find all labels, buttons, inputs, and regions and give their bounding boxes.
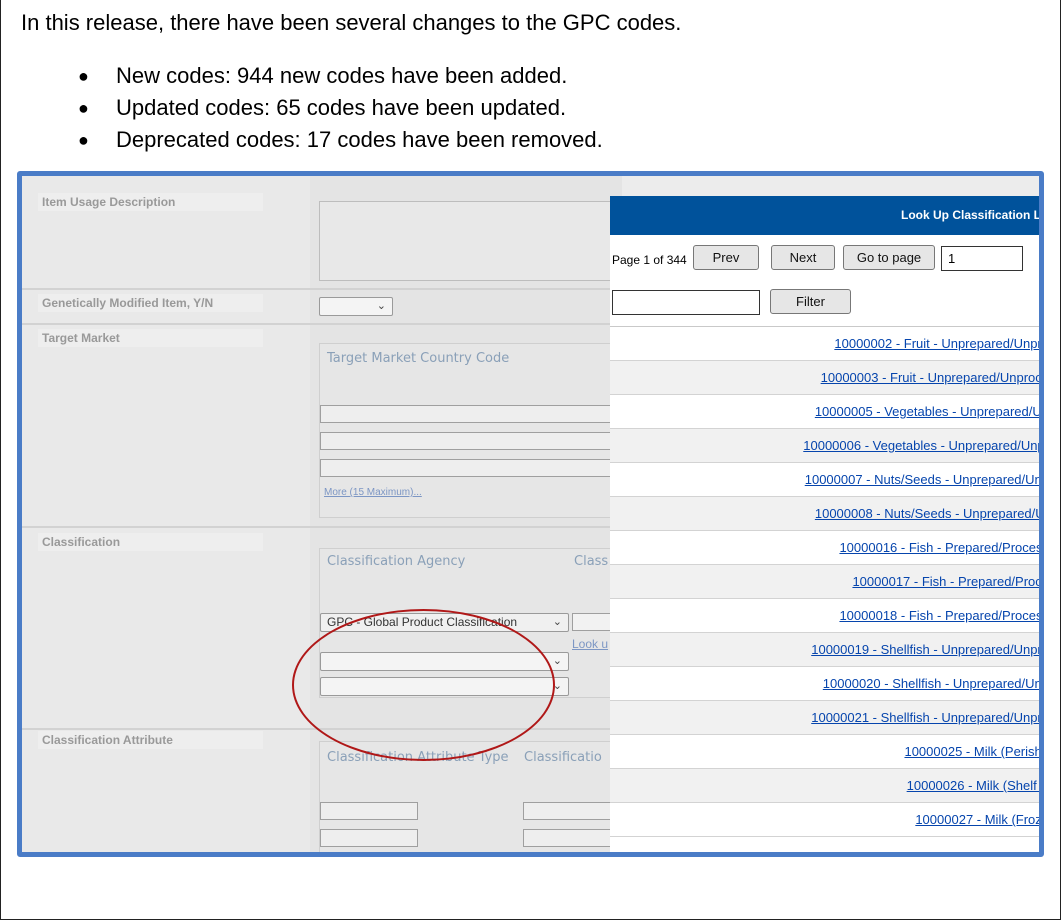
classification-label: Classification bbox=[38, 533, 263, 551]
target-market-country-header: Target Market Country Code bbox=[327, 351, 510, 366]
lookup-dialog: Look Up Classification L Page 1 of 344 P… bbox=[610, 196, 1039, 852]
list-item: ● Deprecated codes: 17 codes have been re… bbox=[78, 124, 603, 156]
gmo-select[interactable]: ⌄ bbox=[319, 297, 393, 316]
list-item[interactable]: 10000008 - Nuts/Seeds - Unprepared/Ur bbox=[610, 497, 1039, 531]
list-item[interactable]: 10000003 - Fruit - Unprepared/Unproce bbox=[610, 361, 1039, 395]
bullet-icon: ● bbox=[78, 130, 89, 150]
list-item[interactable]: 10000002 - Fruit - Unprepared/Unpro bbox=[610, 327, 1039, 361]
classification-results-list: 10000002 - Fruit - Unprepared/Unpro 1000… bbox=[610, 326, 1039, 837]
classification-agency-header: Classification Agency bbox=[327, 554, 466, 569]
bullet-icon: ● bbox=[78, 66, 89, 86]
next-button[interactable]: Next bbox=[771, 245, 835, 270]
chevron-down-icon: ⌄ bbox=[376, 300, 386, 312]
list-item: ● Updated codes: 65 codes have been updat… bbox=[78, 92, 603, 124]
list-item: ● New codes: 944 new codes have been adde… bbox=[78, 60, 603, 92]
filter-input[interactable] bbox=[612, 290, 760, 315]
item-form: Item Usage Description Genetically Modif… bbox=[22, 176, 623, 852]
page-number-input[interactable]: 1 bbox=[941, 246, 1023, 271]
list-item[interactable]: 10000016 - Fish - Prepared/Process bbox=[610, 531, 1039, 565]
chevron-down-icon: ⌄ bbox=[552, 616, 562, 628]
page-info: Page 1 of 344 bbox=[612, 253, 687, 267]
row-divider bbox=[22, 323, 622, 325]
list-item[interactable]: 10000021 - Shellfish - Unprepared/Unpro bbox=[610, 701, 1039, 735]
target-market-input-2[interactable] bbox=[320, 432, 620, 450]
chevron-down-icon: ⌄ bbox=[552, 655, 562, 667]
attribute-type-input-2[interactable] bbox=[320, 829, 418, 847]
list-item[interactable]: 10000006 - Vegetables - Unprepared/Unpr bbox=[610, 429, 1039, 463]
attribute-value-input-1[interactable] bbox=[523, 802, 623, 820]
lookup-link[interactable]: Look u bbox=[572, 637, 608, 651]
list-item[interactable]: 10000027 - Milk (Froze bbox=[610, 803, 1039, 837]
list-item[interactable]: 10000017 - Fish - Prepared/Proce bbox=[610, 565, 1039, 599]
embedded-screenshot: Item Usage Description Genetically Modif… bbox=[17, 171, 1044, 857]
highlight-annotation bbox=[292, 609, 555, 761]
list-item[interactable]: 10000018 - Fish - Prepared/Process bbox=[610, 599, 1039, 633]
item-usage-textarea[interactable] bbox=[319, 201, 619, 281]
target-market-label: Target Market bbox=[38, 329, 263, 347]
list-item[interactable]: 10000019 - Shellfish - Unprepared/Unpro bbox=[610, 633, 1039, 667]
row-divider bbox=[22, 288, 622, 290]
attribute-value-input-2[interactable] bbox=[523, 829, 623, 847]
prev-button[interactable]: Prev bbox=[693, 245, 759, 270]
bullet-icon: ● bbox=[78, 98, 89, 118]
target-market-input-3[interactable] bbox=[320, 459, 620, 477]
classification-attribute-label: Classification Attribute bbox=[38, 731, 263, 749]
list-item[interactable]: 10000007 - Nuts/Seeds - Unprepared/Unp bbox=[610, 463, 1039, 497]
list-item[interactable]: 10000026 - Milk (Shelf S bbox=[610, 769, 1039, 803]
classification-col2-header: Class bbox=[574, 554, 609, 569]
list-item[interactable]: 10000020 - Shellfish - Unprepared/Unp bbox=[610, 667, 1039, 701]
list-item[interactable]: 10000005 - Vegetables - Unprepared/Un bbox=[610, 395, 1039, 429]
item-usage-label: Item Usage Description bbox=[38, 193, 263, 211]
changes-list: ● New codes: 944 new codes have been adde… bbox=[78, 60, 603, 156]
label-column bbox=[22, 176, 310, 852]
gmo-label: Genetically Modified Item, Y/N bbox=[38, 294, 263, 312]
target-market-input-1[interactable] bbox=[320, 405, 620, 423]
intro-text: In this release, there have been several… bbox=[21, 10, 682, 35]
lookup-title: Look Up Classification L bbox=[610, 196, 1039, 235]
filter-button[interactable]: Filter bbox=[770, 289, 851, 314]
go-to-page-button[interactable]: Go to page bbox=[843, 245, 935, 270]
more-link[interactable]: More (15 Maximum)... bbox=[324, 487, 422, 498]
attribute-col2-header: Classificatio bbox=[524, 750, 602, 765]
row-divider bbox=[22, 526, 622, 528]
list-item[interactable]: 10000025 - Milk (Perisha bbox=[610, 735, 1039, 769]
attribute-type-input-1[interactable] bbox=[320, 802, 418, 820]
